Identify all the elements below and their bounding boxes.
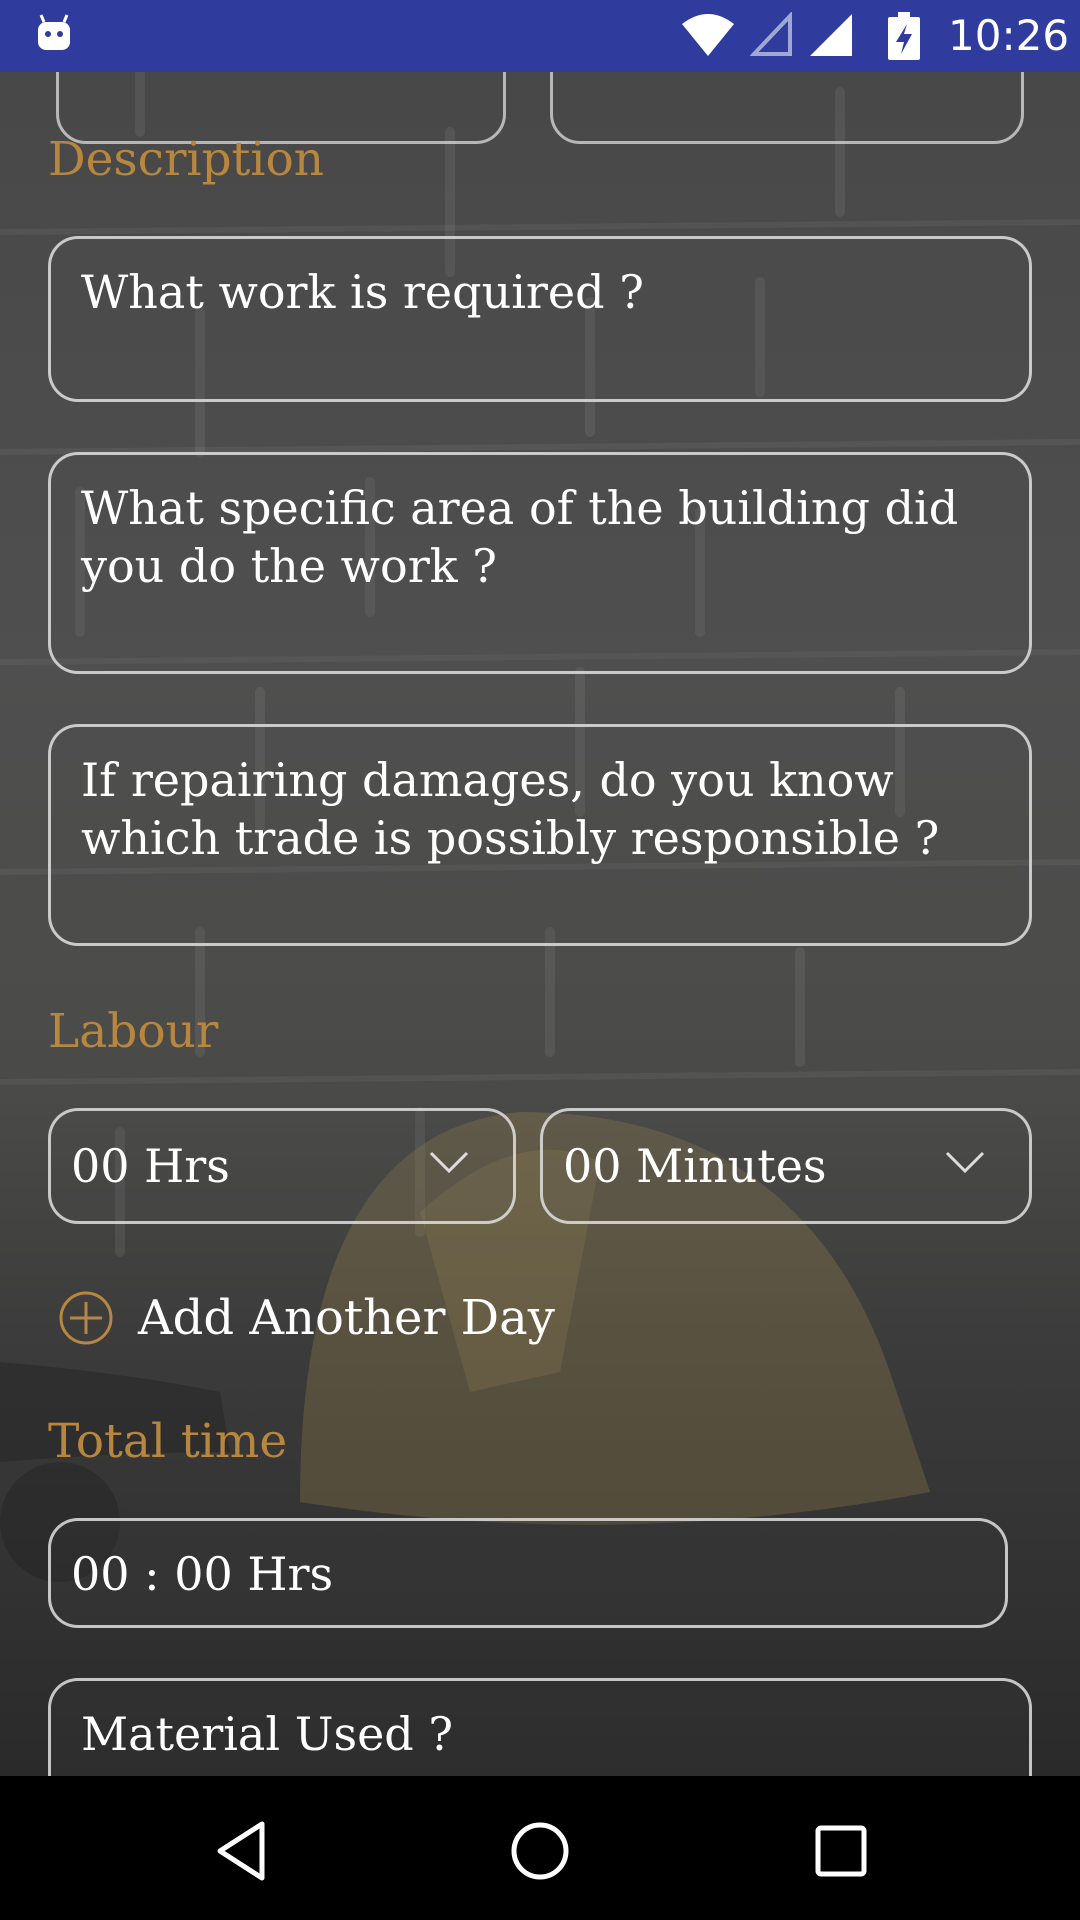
- home-icon[interactable]: [505, 1816, 575, 1886]
- add-day-label: Add Another Day: [138, 1290, 555, 1346]
- clock: 10:26: [948, 11, 1070, 60]
- add-another-day-button[interactable]: Add Another Day: [58, 1282, 578, 1358]
- form-content[interactable]: Description What work is required ? What…: [0, 72, 1080, 1776]
- hours-dropdown[interactable]: 00 Hrs: [48, 1108, 516, 1224]
- trade-responsible-input[interactable]: If repairing damages, do you know which …: [48, 724, 1032, 946]
- chevron-down-icon: [945, 1151, 985, 1174]
- recents-icon[interactable]: [806, 1816, 876, 1886]
- signal-icon: [810, 14, 852, 56]
- battery-charging-icon: [888, 12, 920, 60]
- chevron-down-icon: [429, 1151, 469, 1174]
- description-label: Description: [48, 132, 325, 187]
- navigation-bar: [0, 1776, 1080, 1920]
- android-icon: [38, 14, 70, 50]
- total-time-label: Total time: [48, 1414, 288, 1469]
- total-time-field: 00 : 00 Hrs: [48, 1518, 1008, 1628]
- status-bar: 10:26: [0, 0, 1080, 72]
- material-used-placeholder: Material Used ?: [81, 1707, 454, 1761]
- hours-value: 00 Hrs: [71, 1139, 230, 1193]
- material-used-input[interactable]: Material Used ?: [48, 1678, 1032, 1776]
- previous-field-right[interactable]: [550, 72, 1024, 144]
- wifi-icon: [682, 14, 734, 56]
- signal-empty-icon: [750, 12, 792, 56]
- specific-area-input[interactable]: What specific area of the building did y…: [48, 452, 1032, 674]
- trade-responsible-placeholder: If repairing damages, do you know which …: [81, 753, 940, 865]
- minutes-dropdown[interactable]: 00 Minutes: [540, 1108, 1032, 1224]
- plus-circle-icon: [59, 1291, 113, 1345]
- minutes-value: 00 Minutes: [563, 1139, 827, 1193]
- total-time-value: 00 : 00 Hrs: [71, 1547, 334, 1601]
- labour-label: Labour: [48, 1004, 219, 1059]
- work-required-placeholder: What work is required ?: [81, 265, 644, 319]
- work-required-input[interactable]: What work is required ?: [48, 236, 1032, 402]
- specific-area-placeholder: What specific area of the building did y…: [81, 481, 959, 593]
- back-icon[interactable]: [206, 1816, 276, 1886]
